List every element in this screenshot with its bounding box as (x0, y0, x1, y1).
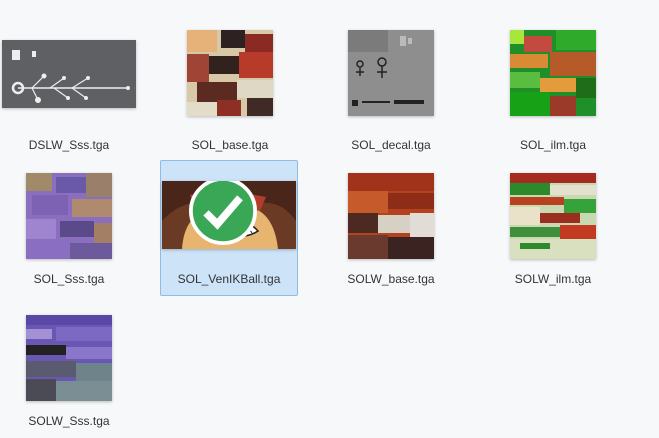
file-item-sol-base[interactable]: SOL_base.tga (161, 26, 299, 162)
texture-thumbnail (510, 30, 596, 116)
check-icon (189, 181, 257, 245)
file-name-label: DSLW_Sss.tga (28, 138, 110, 152)
file-name-label: SOL_Sss.tga (33, 272, 105, 286)
file-name-label: SOLW_base.tga (347, 272, 435, 286)
file-name-label: SOL_decal.tga (351, 138, 431, 152)
texture-thumbnail (26, 173, 112, 259)
file-item-solw-base[interactable]: SOLW_base.tga (322, 160, 460, 296)
file-item-sol-venikball[interactable]: SOL_VenIKBall.tga (160, 160, 298, 296)
file-item-sol-sss[interactable]: SOL_Sss.tga (0, 160, 138, 296)
texture-thumbnail (348, 30, 434, 116)
texture-thumbnail (187, 30, 273, 116)
texture-thumbnail (348, 173, 434, 259)
file-grid: DSLW_Sss.tga SOL_base.tga SOL_decal.tga … (0, 0, 659, 437)
file-name-label: SOL_base.tga (191, 138, 269, 152)
file-name-label: SOLW_ilm.tga (514, 272, 592, 286)
file-item-solw-ilm[interactable]: SOLW_ilm.tga (484, 160, 622, 296)
file-item-dslw-sss[interactable]: DSLW_Sss.tga (0, 26, 138, 162)
texture-thumbnail (2, 40, 136, 108)
file-name-label: SOL_ilm.tga (519, 138, 587, 152)
texture-thumbnail (162, 181, 296, 249)
file-item-sol-ilm[interactable]: SOL_ilm.tga (484, 26, 622, 162)
texture-thumbnail (26, 315, 112, 401)
file-name-label: SOLW_Sss.tga (28, 414, 110, 428)
file-item-solw-sss[interactable]: SOLW_Sss.tga (0, 302, 138, 438)
texture-thumbnail (510, 173, 596, 259)
file-name-label: SOL_VenIKBall.tga (177, 272, 281, 286)
file-item-sol-decal[interactable]: SOL_decal.tga (322, 26, 460, 162)
